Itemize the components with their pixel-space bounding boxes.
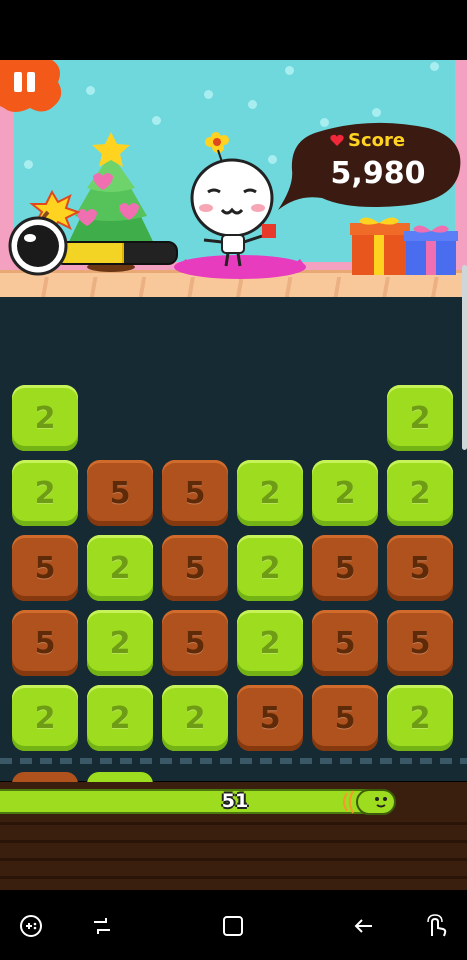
number-tile[interactable]: 5 <box>162 460 228 526</box>
tile-number: 5 <box>334 700 356 736</box>
progress-value: 51 <box>221 790 249 812</box>
gift-boxes <box>348 215 460 281</box>
number-tile[interactable]: 2 <box>387 460 453 526</box>
number-tile[interactable]: 2 <box>237 535 303 601</box>
pause-button[interactable] <box>0 60 62 112</box>
tile-number: 5 <box>34 625 56 661</box>
number-tile[interactable]: 5 <box>87 460 153 526</box>
tile-number: 5 <box>409 625 431 661</box>
tile-number: 5 <box>184 475 206 511</box>
tile-number: 2 <box>259 475 281 511</box>
game-tools-icon[interactable] <box>17 912 45 940</box>
bomb-power-meter <box>8 188 178 276</box>
tile-number: 2 <box>109 700 131 736</box>
number-tile[interactable]: 5 <box>387 535 453 601</box>
tile-number: 5 <box>184 550 206 586</box>
tile-number: 5 <box>259 700 281 736</box>
tile-number: 2 <box>334 475 356 511</box>
pause-icon <box>0 60 62 112</box>
number-tile[interactable]: 5 <box>12 535 78 601</box>
tile-number: 2 <box>184 700 206 736</box>
number-tile[interactable]: 5 <box>312 685 378 751</box>
number-tile[interactable]: 2 <box>237 460 303 526</box>
tile-number: 2 <box>409 400 431 436</box>
heart-icon <box>330 134 344 146</box>
system-nav-bar <box>0 890 467 960</box>
number-tile[interactable]: 5 <box>162 535 228 601</box>
tile-number: 2 <box>109 625 131 661</box>
tile-number: 5 <box>184 625 206 661</box>
score-value: 5,980 <box>330 156 426 191</box>
number-tile[interactable]: 2 <box>12 685 78 751</box>
number-tile[interactable]: 2 <box>87 685 153 751</box>
number-tile[interactable]: 2 <box>87 535 153 601</box>
home-icon[interactable] <box>219 912 247 940</box>
tile-number: 5 <box>334 625 356 661</box>
worm-mascot-icon <box>343 787 399 821</box>
number-tile[interactable]: 2 <box>237 610 303 676</box>
number-tile[interactable]: 5 <box>312 535 378 601</box>
number-tile[interactable]: 2 <box>387 685 453 751</box>
tile-number: 5 <box>409 550 431 586</box>
tile-number: 2 <box>34 475 56 511</box>
tile-number: 2 <box>34 700 56 736</box>
tile-number: 2 <box>259 625 281 661</box>
tile-number: 5 <box>334 550 356 586</box>
touch-icon[interactable] <box>422 912 450 940</box>
number-tile[interactable]: 2 <box>312 460 378 526</box>
tile-number: 2 <box>109 550 131 586</box>
danger-line <box>0 758 467 764</box>
number-tile[interactable]: 5 <box>312 610 378 676</box>
score-label: Score <box>348 130 406 151</box>
number-tile[interactable]: 5 <box>237 685 303 751</box>
number-tile[interactable]: 5 <box>162 610 228 676</box>
tile-number: 5 <box>109 475 131 511</box>
number-tile[interactable]: 5 <box>12 610 78 676</box>
recent-apps-icon[interactable] <box>88 912 116 940</box>
number-tile[interactable]: 5 <box>387 610 453 676</box>
progress-bar <box>0 789 395 814</box>
number-tile[interactable]: 2 <box>12 385 78 451</box>
back-icon[interactable] <box>350 912 378 940</box>
number-tile[interactable]: 2 <box>12 460 78 526</box>
number-tile[interactable]: 2 <box>87 610 153 676</box>
tile-number: 2 <box>409 700 431 736</box>
bomb-icon <box>8 189 80 276</box>
number-tile[interactable]: 2 <box>387 385 453 451</box>
scroll-indicator <box>462 265 467 450</box>
tile-number: 2 <box>409 475 431 511</box>
number-tile[interactable]: 2 <box>162 685 228 751</box>
tile-number: 2 <box>34 400 56 436</box>
tile-number: 2 <box>259 550 281 586</box>
tile-number: 5 <box>34 550 56 586</box>
